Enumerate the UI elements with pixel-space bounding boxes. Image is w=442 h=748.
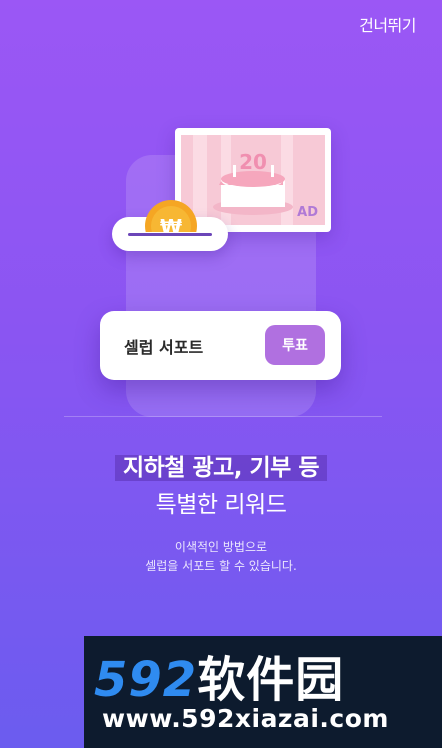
watermark-url: www.592xiazai.com — [102, 704, 389, 733]
watermark-logo: 592软件园 — [94, 640, 344, 710]
vote-button: 투표 — [265, 325, 325, 365]
watermark-cn: 软件园 — [197, 652, 345, 708]
description-line-1: 이색적인 방법으로 — [174, 540, 268, 554]
support-card: 셀럽 서포트 투표 — [100, 311, 341, 380]
watermark-digits: 592 — [94, 652, 198, 708]
description: 이색적인 방법으로 셀럽을 서포트 할 수 있습니다. — [0, 538, 442, 576]
ad-label: AD — [297, 205, 318, 220]
coin-icon: ₩ — [145, 200, 197, 238]
cake-number-text: 20 — [239, 150, 267, 174]
coin-symbol: ₩ — [160, 215, 182, 238]
description-line-2: 셀럽을 서포트 할 수 있습니다. — [145, 559, 297, 573]
headline-text: 지하철 광고, 기부 등 — [114, 455, 328, 481]
headline: 지하철 광고, 기부 등 — [0, 448, 442, 482]
stage-line — [64, 416, 382, 417]
support-card-text: 셀럽 서포트 — [124, 338, 204, 357]
subheadline: 특별한 리워드 — [155, 492, 287, 518]
skip-button[interactable]: 건너뛰기 — [359, 12, 416, 36]
watermark: 592软件园 www.592xiazai.com — [84, 636, 442, 748]
